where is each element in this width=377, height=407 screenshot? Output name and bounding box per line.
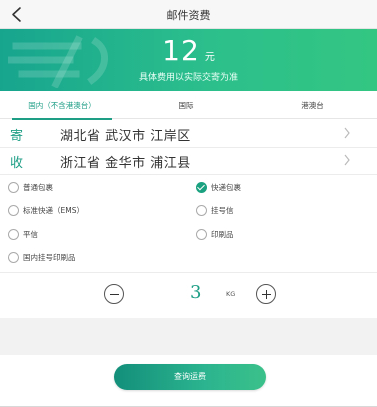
query-fee-button[interactable]: 查询运费: [114, 364, 266, 390]
minus-icon: [110, 294, 119, 296]
weight-unit: KG: [226, 290, 236, 298]
receiver-address: 浙江省 金华市 浦江县: [60, 156, 191, 171]
region-tabs: 国内（不含港澳台） 国际 港澳台: [0, 95, 377, 120]
bottom-bar: 查询运费: [0, 355, 377, 407]
plus-button[interactable]: [256, 284, 276, 304]
minus-button[interactable]: [104, 284, 124, 304]
price-unit: 元: [204, 52, 215, 63]
price-banner: 12 元 具体费用以实际交寄为准: [0, 29, 377, 91]
receiver-address-row[interactable]: 收 浙江省 金华市 浦江县: [0, 148, 377, 175]
tab-domestic[interactable]: 国内（不含港澳台）: [0, 95, 124, 120]
divider: [0, 272, 377, 273]
weight-value: 3: [190, 282, 202, 303]
price-note: 具体费用以实际交寄为准: [138, 73, 238, 83]
chevron-right-icon: [344, 154, 350, 166]
sender-tag: 寄: [10, 129, 24, 144]
radio-icon: [8, 229, 19, 240]
radio-icon: [8, 252, 19, 263]
tab-hk-macao-taiwan[interactable]: 港澳台: [248, 95, 377, 119]
sender-address-row[interactable]: 寄 湖北省 武汉市 江岸区: [0, 121, 377, 148]
page-title: 邮件资费: [166, 9, 211, 22]
radio-icon: [8, 205, 19, 216]
tab-international[interactable]: 国际: [124, 95, 248, 119]
radio-icon: [8, 182, 19, 193]
radio-icon: [196, 229, 207, 240]
plus-icon: [266, 290, 268, 299]
chevron-right-icon: [344, 127, 350, 139]
receiver-tag: 收: [10, 156, 24, 171]
price-value: 12: [162, 34, 200, 67]
radio-icon: [196, 205, 207, 216]
top-bar: 邮件资费: [0, 0, 377, 29]
check-circle-icon: [196, 182, 207, 193]
sender-address: 湖北省 武汉市 江岸区: [60, 129, 191, 144]
weight-stepper: 3 KG: [0, 278, 377, 318]
